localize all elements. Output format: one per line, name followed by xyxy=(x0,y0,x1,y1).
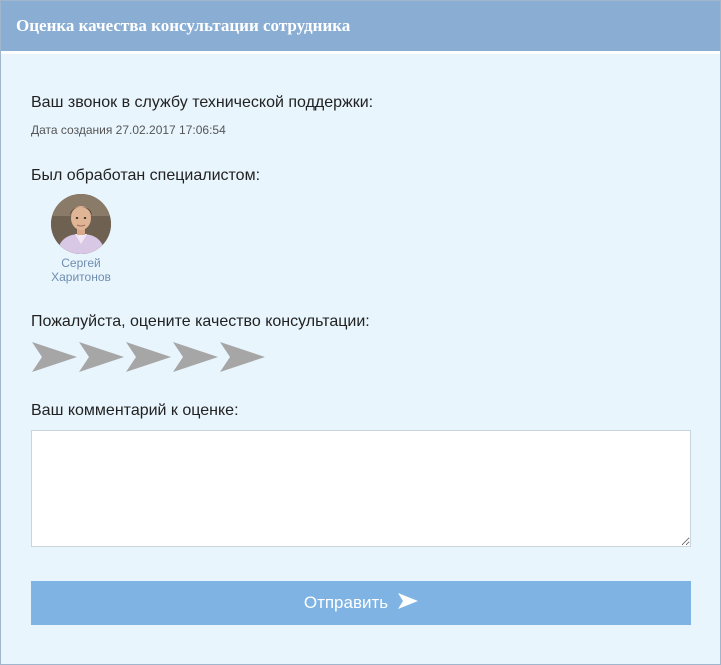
submit-label: Отправить xyxy=(303,593,389,612)
rating-arrow-4[interactable] xyxy=(172,341,219,373)
rating-label: Пожалуйста, оцените качество консультаци… xyxy=(31,313,370,330)
dialog-header: Оценка качества консультации сотрудника xyxy=(1,1,720,54)
call-label: Ваш звонок в службу технической поддержк… xyxy=(31,94,374,111)
specialist-first-name[interactable]: Сергей xyxy=(41,256,121,270)
rating-arrow-5[interactable] xyxy=(219,341,266,373)
specialist-last-name[interactable]: Харитонов xyxy=(41,270,121,284)
creation-date: Дата создания 27.02.2017 17:06:54 xyxy=(31,123,226,137)
comment-label: Ваш комментарий к оценке: xyxy=(31,402,239,419)
rating-arrows xyxy=(31,341,266,373)
rating-arrow-2[interactable] xyxy=(78,341,125,373)
handled-by-label: Был обработан специалистом: xyxy=(31,167,261,184)
specialist-card: Сергей Харитонов xyxy=(41,194,121,284)
dialog-title: Оценка качества консультации сотрудника xyxy=(16,16,351,35)
avatar xyxy=(51,194,111,254)
rating-dialog: Оценка качества консультации сотрудника … xyxy=(0,0,721,665)
person-photo-icon xyxy=(51,194,111,254)
arrow-icon xyxy=(79,342,124,372)
comment-textarea[interactable] xyxy=(31,430,691,547)
arrow-icon xyxy=(32,342,77,372)
arrow-icon xyxy=(173,342,218,372)
rating-arrow-3[interactable] xyxy=(125,341,172,373)
send-arrow-icon xyxy=(398,592,419,614)
submit-button[interactable]: Отправить xyxy=(31,581,691,625)
rating-arrow-1[interactable] xyxy=(31,341,78,373)
arrow-icon xyxy=(220,342,265,372)
arrow-icon xyxy=(126,342,171,372)
